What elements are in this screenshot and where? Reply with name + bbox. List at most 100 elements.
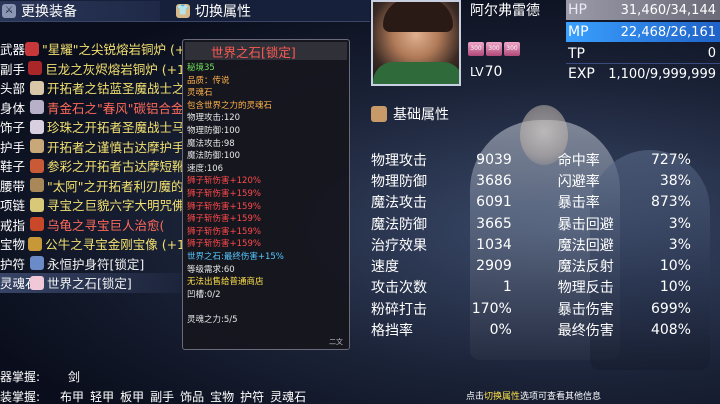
hp-value: 31,460/34,144 xyxy=(620,2,716,18)
equipment-name: 永恒护身符[锁定] xyxy=(47,256,145,272)
equipment-name: 寻宝之巨貌六字大明咒佛 xyxy=(47,198,185,214)
tooltip-line: 秘境35 xyxy=(187,63,215,73)
armor-mastery: 装掌握: 布甲 轻甲 板甲 副手 饰品 宝物 护符 灵魂石 xyxy=(0,388,306,404)
equipment-item-icon xyxy=(28,236,43,251)
tooltip-line: 物理防御:100 xyxy=(187,125,241,136)
equipment-name: 公牛之寻宝金刚宝像 (+1 xyxy=(45,237,185,253)
equipment-row[interactable]: 饰子 珍珠之开拓者圣魔战士马 xyxy=(0,117,185,137)
equipment-item-icon xyxy=(30,100,44,115)
tooltip-line: 灵魂之力:5/5 xyxy=(187,314,238,325)
equipment-item-icon xyxy=(25,41,40,56)
tooltip-line: 世界之石:最终伤害+15% xyxy=(187,251,284,262)
hero-portrait xyxy=(371,0,461,86)
tooltip-line: 狮子斩伤害+120% xyxy=(187,176,261,187)
equipment-row[interactable]: 护手 开拓者之谨慎古达摩护手 xyxy=(0,137,185,157)
tooltip-line: 狮子斩伤害+159% xyxy=(187,226,261,237)
tooltip-line: 狮子斩伤害+159% xyxy=(187,214,261,225)
equipment-slot: 护手 xyxy=(0,139,26,155)
section-title-base-attributes: 基础属性 xyxy=(371,104,449,124)
equipment-name: 巨龙之灰烬熔岩铜炉 (+1 xyxy=(45,61,185,77)
hp-label: HP xyxy=(568,2,587,18)
buff-icons: 300 300 300 xyxy=(468,42,520,56)
tooltip-line: 魔法防御:100 xyxy=(187,151,241,162)
tab-change-equipment[interactable]: ⚔ 更换装备 xyxy=(0,1,160,21)
equipment-item-icon xyxy=(30,197,44,212)
stat-value: 3% xyxy=(668,215,691,232)
tooltip-footer: 二文 xyxy=(329,338,343,346)
stat-name: 暴击回避 xyxy=(557,216,614,233)
exp-label: EXP xyxy=(568,66,595,82)
stat-row: 粉碎打击 170% 暴击伤害 699% xyxy=(371,298,691,319)
tooltip-line: 灵魂石 xyxy=(187,88,213,99)
stat-row: 魔法攻击 6091 暴击率 873% xyxy=(371,192,691,213)
tp-label: TP xyxy=(568,45,585,62)
stat-value: 873% xyxy=(650,194,691,211)
equipment-row[interactable]: 腰带 "太阿"之开拓者利刃魔的 xyxy=(0,176,185,196)
equipment-row[interactable]: 戒指 乌龟之寻宝巨人治愈( xyxy=(0,215,185,235)
stat-name: 物理攻击 xyxy=(371,152,427,169)
tp-value: 0 xyxy=(707,46,716,61)
equipment-row[interactable]: 鞋子 参彩之开拓者古达摩短靴 xyxy=(0,156,185,176)
tab-switch-attributes[interactable]: 👕 切换属性 xyxy=(176,1,251,21)
stat-value: 38% xyxy=(659,172,691,189)
weapon-mastery-value: 剑 xyxy=(68,370,81,384)
stat-value: 727% xyxy=(650,151,691,168)
hero-name: 阿尔弗雷德 xyxy=(470,3,540,19)
stat-value: 1034 xyxy=(476,236,512,253)
armor-type: 板甲 xyxy=(120,390,145,404)
stat-value: 3665 xyxy=(476,215,512,232)
equipment-row[interactable]: 宝物 公牛之寻宝金刚宝像 (+1 xyxy=(0,234,185,254)
tooltip-line: 狮子斩伤害+159% xyxy=(187,239,261,250)
equipment-name: 乌龟之寻宝巨人治愈( xyxy=(47,217,165,233)
equipment-slot: 饰子 xyxy=(0,120,26,136)
stat-name: 物理防御 xyxy=(371,173,427,190)
hint-pre: 点击 xyxy=(466,392,485,402)
equipment-name: 世界之石[锁定] xyxy=(47,276,132,292)
equipment-slot: 腰带 xyxy=(0,178,26,194)
tab-bar: ⚔ 更换装备 👕 切换属性 xyxy=(0,0,370,22)
stat-value: 10% xyxy=(659,258,691,275)
stat-row: 治疗效果 1034 魔法回避 3% xyxy=(371,234,691,255)
equipment-name: 青金石之"春风"碳铝合金 xyxy=(47,100,184,116)
equipment-name: "星耀"之尖锐熔岩铜炉 (+1 xyxy=(42,42,185,58)
tooltip-line: 凹槽:0/2 xyxy=(187,289,221,300)
equipment-row[interactable]: 武器 "星耀"之尖锐熔岩铜炉 (+1 xyxy=(0,39,185,59)
equipment-row[interactable]: 副手 巨龙之灰烬熔岩铜炉 (+1 xyxy=(0,59,185,79)
hint-text: 点击切换属性选项可查看其他信息 xyxy=(466,389,601,402)
stat-value: 408% xyxy=(650,322,691,339)
hint-post: 选项可查看其他信息 xyxy=(520,392,602,402)
mp-bar: MP 22,468/26,161 xyxy=(566,22,720,42)
equipment-row[interactable]: 身体 青金石之"春风"碳铝合金 xyxy=(0,98,185,118)
equipment-row[interactable]: 头部 开拓者之钴蓝圣魔战士之 xyxy=(0,78,185,98)
stat-row: 物理攻击 9039 命中率 727% xyxy=(371,149,691,170)
equipment-row[interactable]: 护符 永恒护身符[锁定] xyxy=(0,254,185,274)
equipment-name: 开拓者之钴蓝圣魔战士之 xyxy=(47,81,185,97)
stat-value: 170% xyxy=(471,300,512,317)
equipment-row[interactable]: 项链 寻宝之巨貌六字大明咒佛 xyxy=(0,195,185,215)
armor-type: 灵魂石 xyxy=(270,390,307,404)
level-value: 70 xyxy=(484,64,503,80)
stats-table: 物理攻击 9039 命中率 727% 物理防御 3686 闪避率 38% 魔法攻击 6091 暴击率… xyxy=(371,149,691,341)
stat-value: 0% xyxy=(489,322,512,339)
equipment-slot: 武器 xyxy=(0,42,26,58)
stat-value: 1 xyxy=(502,279,512,296)
hp-bar: HP 31,460/34,144 xyxy=(566,0,720,20)
equipment-name: "太阿"之开拓者利刃魔的 xyxy=(47,178,184,194)
tab-switch-attributes-label: 切换属性 xyxy=(195,4,251,20)
hero-level: LV70 xyxy=(470,64,503,80)
equipment-row[interactable]: 灵魂石 世界之石[锁定] xyxy=(0,273,185,293)
equipment-list: 武器 "星耀"之尖锐熔岩铜炉 (+1 副手 巨龙之灰烬熔岩铜炉 (+1 头部 开拓者之钴蓝… xyxy=(0,39,185,293)
equipment-slot: 鞋子 xyxy=(0,159,26,175)
mp-label: MP xyxy=(568,24,589,40)
stat-name: 物理反击 xyxy=(557,280,614,297)
stat-row: 速度 2909 魔法反射 10% xyxy=(371,255,691,276)
stat-row: 物理防御 3686 闪避率 38% xyxy=(371,170,691,191)
tooltip-line: 速度:106 xyxy=(187,163,224,174)
level-label: LV xyxy=(470,65,484,79)
armor-type: 副手 xyxy=(150,390,175,404)
tooltip-title: 世界之石[锁定] xyxy=(185,42,347,60)
equipment-item-icon xyxy=(30,80,44,95)
equipment-item-icon xyxy=(30,139,44,154)
equipment-name: 珍珠之开拓者圣魔战士马 xyxy=(47,120,185,136)
equipment-slot: 头部 xyxy=(0,81,26,97)
